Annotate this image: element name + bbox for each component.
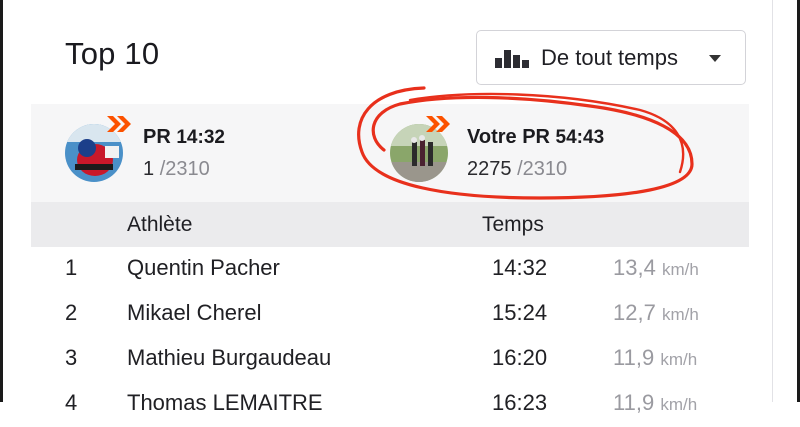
- row-speed: 11,9 km/h: [613, 390, 697, 416]
- row-speed: 12,7 km/h: [613, 300, 699, 326]
- row-speed-unit: km/h: [661, 260, 699, 279]
- your-rank: 2275 /2310: [467, 158, 567, 181]
- page-title: Top 10: [65, 36, 160, 71]
- your-pr-title: Votre PR 54:43: [467, 126, 604, 149]
- row-rank: 2: [65, 300, 78, 325]
- row-speed-value: 12,7: [613, 300, 656, 325]
- header-athlete: Athlète: [127, 213, 193, 236]
- row-speed-unit: km/h: [660, 350, 698, 369]
- table-row[interactable]: 2 Mikael Cherel 15:24 12,7 km/h: [31, 292, 749, 337]
- row-rank: 4: [65, 390, 78, 415]
- row-speed: 13,4 km/h: [613, 255, 699, 281]
- window-frame-left: [0, 0, 3, 402]
- table-row[interactable]: 4 Thomas LEMAITRE 16:23 11,9 km/h: [31, 382, 749, 427]
- bar-chart-icon: [495, 50, 529, 68]
- row-time: 16:23: [492, 390, 548, 415]
- your-rank-value: 2275: [467, 158, 512, 180]
- table-row[interactable]: 3 Mathieu Burgaudeau 16:20 11,9 km/h: [31, 337, 749, 382]
- row-speed-unit: km/h: [661, 305, 699, 324]
- leader-rank-total: /2310: [159, 158, 210, 180]
- row-athlete-name[interactable]: Mikael Cherel: [127, 300, 262, 326]
- leader-pr-label: PR: [143, 126, 171, 148]
- row-speed: 11,9 km/h: [613, 345, 697, 371]
- row-rank: 3: [65, 345, 78, 370]
- header-time: Temps: [482, 213, 544, 236]
- your-pr-time: 54:43: [555, 127, 605, 148]
- time-filter-dropdown[interactable]: De tout temps: [476, 30, 746, 85]
- caret-down-icon: [709, 55, 721, 62]
- row-rank: 1: [65, 255, 78, 280]
- row-speed-value: 11,9: [613, 345, 655, 370]
- row-time: 15:24: [492, 300, 548, 325]
- table-row[interactable]: 1 Quentin Pacher 14:32 13,4 km/h: [31, 247, 749, 292]
- leader-rank: 1 /2310: [143, 158, 210, 181]
- table-header: Athlète Temps: [31, 202, 749, 247]
- row-athlete-name[interactable]: Quentin Pacher: [127, 255, 280, 281]
- panel-border: [772, 0, 773, 402]
- row-speed-value: 13,4: [613, 255, 656, 280]
- leader-pr-title: PR 14:32: [143, 126, 225, 149]
- your-rank-total: /2310: [517, 158, 568, 180]
- leader-rank-value: 1: [143, 158, 155, 180]
- row-time: 14:32: [492, 255, 548, 280]
- row-speed-value: 11,9: [613, 390, 655, 415]
- filter-label: De tout temps: [541, 45, 678, 70]
- pr-chevron-icon: [107, 116, 131, 132]
- pr-summary: PR 14:32 1 /2310 Votre PR 54:43 2275 /23…: [31, 104, 749, 202]
- leader-pr-time: 14:32: [176, 127, 225, 148]
- row-athlete-name[interactable]: Thomas LEMAITRE: [127, 390, 323, 416]
- your-pr-chevron-icon: [426, 116, 450, 132]
- row-time: 16:20: [492, 345, 548, 370]
- row-speed-unit: km/h: [660, 395, 698, 414]
- your-pr-label: Votre PR: [467, 126, 550, 148]
- row-athlete-name[interactable]: Mathieu Burgaudeau: [127, 345, 331, 371]
